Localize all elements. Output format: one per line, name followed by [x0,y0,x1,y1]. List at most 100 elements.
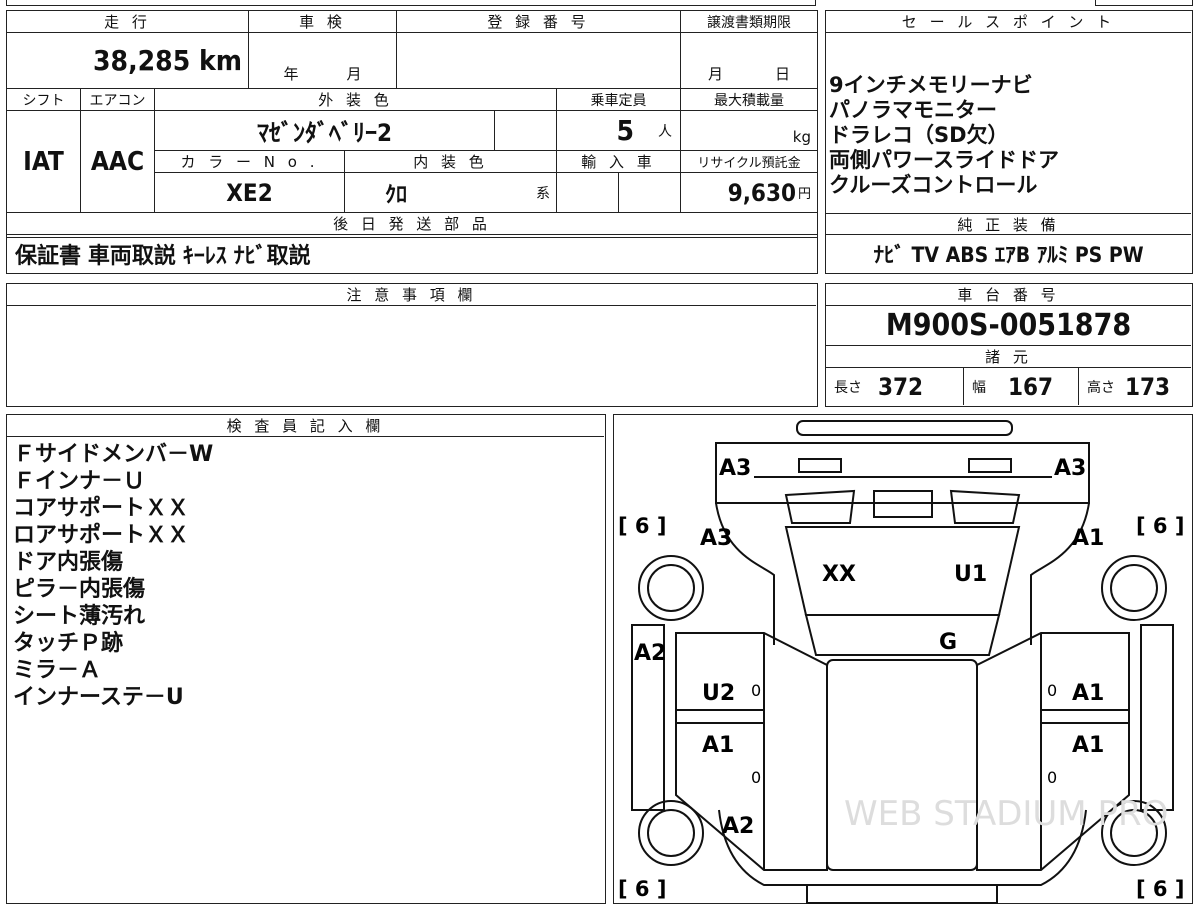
inspection-label: 車 検 [249,11,397,33]
chassis-value: M900S-0051878 [826,306,1191,346]
spec-height-label: 高さ [1087,379,1115,396]
later-shipping-value: 保証書 車両取説 ｷｰﾚｽ ﾅﾋﾞ取説 [15,244,311,269]
sales-points-title: セ ー ル ス ポ イ ン ト [826,11,1191,33]
mark-a1-right-top: A1 [1072,526,1104,551]
mark-u1: U1 [954,562,987,587]
recycle-fee-label: リサイクル預託金 [681,151,817,173]
top-strip [6,0,816,6]
mileage-label: 走 行 [7,11,249,33]
spec-height-value: 173 [1125,372,1171,401]
sales-point-item: クルーズコントロール [829,173,1038,197]
inspection-value: 年 月 [249,33,397,89]
mark-zero-1: 0 [751,681,761,700]
max-load-label: 最大積載量 [681,89,817,111]
inspector-line: Ｆインナ－Ｕ [13,469,146,494]
transfer-deadline-value: 月 日 [681,33,817,89]
mark-a1-right-low: A1 [1072,733,1104,758]
transfer-deadline-label: 譲渡書類期限 [681,11,817,33]
mark-xx: XX [822,562,856,587]
inspector-line: タッチＰ跡 [13,631,124,656]
registration-value [397,33,681,89]
inspector-line: ミラ－Ａ [13,658,102,683]
transfer-month-unit: 月 [707,65,723,83]
sales-point-item: 9インチメモリーナビ [829,73,1033,97]
mark-tire-rr: [ 6 ] [1136,877,1184,901]
inspector-line: ドア内張傷 [13,550,124,575]
max-load-value: kg [681,111,817,151]
aircon-value: AAC [81,111,155,213]
import-value-b [619,173,681,213]
sales-points-list: 9インチメモリーナビ パノラマモニター ドラレコ（SD欠） 両側パワースライドド… [829,73,1059,198]
spec-width-label: 幅 [972,379,986,396]
mark-a2-low: A2 [722,814,754,839]
mileage-value: 38,285 km [7,33,249,89]
mark-a3-left: A3 [700,526,732,551]
sales-point-item: ドラレコ（SD欠） [829,123,1009,147]
spec-length-value: 372 [878,372,924,401]
inspector-box: 検 査 員 記 入 欄 Ｆサイドメンバ－W Ｆインナ－Ｕ コアサポートＸＸ ロア… [6,414,606,904]
sales-point-item: パノラマモニター [829,98,997,122]
recycle-fee-unit: 円 [797,187,811,202]
spec-width-value: 167 [1008,372,1054,401]
vehicle-info-table: 走 行 車 検 登 録 番 号 譲渡書類期限 38,285 km 年 月 月 日… [6,10,818,238]
interior-color-text: ｸﾛ [385,182,408,208]
inspection-year-unit: 年 [283,65,299,83]
mark-a3-top-left: A3 [719,456,751,481]
inspector-line: コアサポートＸＸ [13,496,190,521]
recycle-fee-value: 9,630 円 [681,173,817,213]
color-no-value: XE2 [155,173,345,213]
later-shipping-value-box: 保証書 車両取説 ｷｰﾚｽ ﾅﾋﾞ取説 [6,236,818,274]
mark-tire-fr: [ 6 ] [1136,514,1184,538]
capacity-number: 5 [616,114,634,147]
mark-a2-left: A2 [634,641,666,666]
capacity-value: 5 人 [557,111,681,151]
chassis-title: 車 台 番 号 [826,284,1191,306]
inspector-lines: Ｆサイドメンバ－W Ｆインナ－Ｕ コアサポートＸＸ ロアサポートＸＸ ドア内張傷… [13,441,213,711]
mark-a3-top-right: A3 [1054,456,1086,481]
transfer-day-unit: 日 [775,65,791,83]
watermark: WEB STADIUM PRO [844,794,1168,834]
mark-zero-2: 0 [1047,681,1057,700]
sales-points-box: セ ー ル ス ポ イ ン ト 9インチメモリーナビ パノラマモニター ドラレコ… [825,10,1193,274]
mark-u2: U2 [702,681,735,706]
capacity-unit: 人 [658,123,672,140]
aircon-label: エアコン [81,89,155,111]
spec-height: 高さ 173 [1079,368,1191,405]
mark-g: G [939,630,957,655]
import-value-a [557,173,619,213]
inspection-month-unit: 月 [346,65,362,83]
mark-tire-rl: [ 6 ] [618,877,666,901]
inspector-line: ロアサポートＸＸ [13,523,190,548]
inspector-line: ピラ－内張傷 [13,577,146,602]
interior-color-suffix: 系 [536,185,550,202]
specs-title: 諸 元 [826,346,1191,368]
mark-zero-3: 0 [751,768,761,787]
interior-color-value: ｸﾛ 系 [345,173,557,213]
color-no-label: カ ラ ー N o . [155,151,345,173]
top-strip-right [1095,0,1193,6]
mark-zero-4: 0 [1047,768,1057,787]
recycle-fee-number: 9,630 [727,178,796,207]
exterior-color-label: 外 装 色 [155,89,557,111]
standard-equipment-title: 純 正 装 備 [826,213,1191,235]
shift-label: シフト [7,89,81,111]
standard-equipment-value: ﾅﾋﾞ TV ABS ｴｱB ｱﾙﾐ PS PW [873,242,1144,267]
inspector-line: シート薄汚れ [13,604,146,629]
inspector-title: 検 査 員 記 入 欄 [7,415,604,437]
mark-a1-right-mid: A1 [1072,681,1104,706]
notes-box: 注 意 事 項 欄 [6,283,818,407]
mark-a1-left: A1 [702,733,734,758]
damage-diagram-box: WEB STADIUM PRO A3 A3 [ 6 ] [ 6 ] A3 A1 … [613,414,1193,904]
notes-title: 注 意 事 項 欄 [7,284,816,306]
spec-length: 長さ 372 [826,368,964,405]
mark-tire-fl: [ 6 ] [618,514,666,538]
spec-width: 幅 167 [964,368,1079,405]
import-label: 輸 入 車 [557,151,681,173]
car-diagram: WEB STADIUM PRO A3 A3 [ 6 ] [ 6 ] A3 A1 … [618,420,1184,904]
notes-value [7,306,816,404]
capacity-label: 乗車定員 [557,89,681,111]
chassis-box: 車 台 番 号 M900S-0051878 諸 元 長さ 372 幅 167 高… [825,283,1193,407]
interior-color-label: 内 装 色 [345,151,557,173]
later-shipping-title: 後 日 発 送 部 品 [7,213,817,235]
inspector-line: インナーステ－U [13,685,184,710]
